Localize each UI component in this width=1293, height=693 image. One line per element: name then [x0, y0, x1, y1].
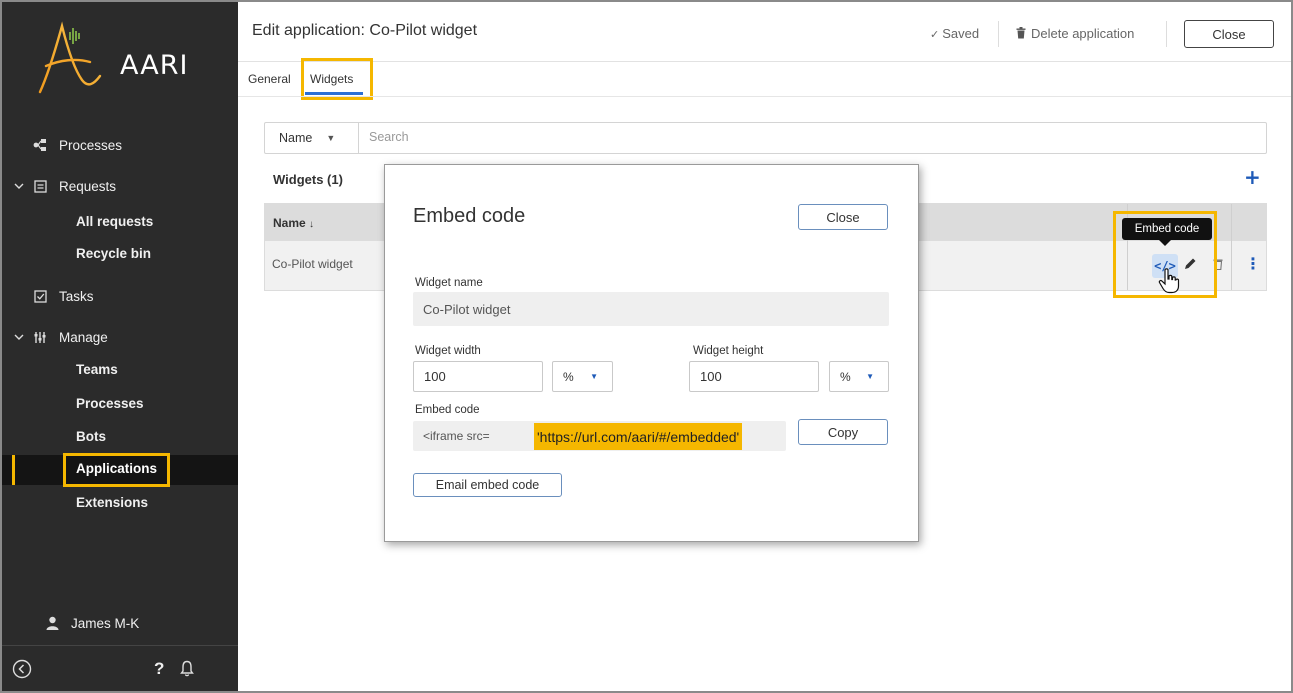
highlight-applications — [63, 453, 170, 487]
embed-code-label: Embed code — [415, 404, 480, 416]
widget-name-label: Widget name — [415, 277, 483, 289]
column-header-label: Name — [273, 216, 306, 230]
chevron-down-icon — [10, 334, 28, 341]
check-icon: ✓ — [930, 29, 940, 41]
header-separator — [1166, 21, 1167, 47]
widget-name-cell: Co-Pilot widget — [272, 257, 353, 271]
width-unit-value: % — [563, 369, 574, 384]
widget-height-input[interactable]: 100 — [689, 361, 819, 392]
trash-icon — [1016, 27, 1026, 42]
sidebar-item-manage[interactable]: Manage — [2, 322, 238, 352]
embed-code-url: 'https://url.com/aari/#/embedded' — [534, 423, 743, 450]
manage-icon — [32, 331, 48, 344]
modal-title: Embed code — [413, 205, 526, 227]
page-header: Edit application: Co-Pilot widget ✓ Saved… — [238, 2, 1291, 62]
height-unit-select[interactable]: % ▼ — [829, 361, 889, 392]
sidebar-item-requests[interactable]: Requests — [2, 171, 238, 201]
header-separator — [998, 21, 999, 47]
sidebar-item-tasks[interactable]: ▾ Tasks — [2, 281, 238, 311]
more-options-icon[interactable]: ⋮ — [1245, 254, 1261, 273]
filter-field-select[interactable]: Name ▼ — [265, 123, 359, 153]
sidebar-item-manage-processes[interactable]: Processes — [76, 396, 144, 411]
widget-width-label: Widget width — [415, 345, 481, 357]
saved-status: ✓ Saved — [930, 26, 979, 41]
embed-code-field[interactable]: <iframe src= 'https://url.com/aari/#/emb… — [413, 421, 786, 451]
sidebar-item-label: Processes — [59, 137, 123, 153]
caret-down-icon: ▼ — [866, 372, 874, 381]
sidebar: AARI ▾ Processes Requests All requests R… — [2, 2, 238, 691]
user-name: James M-K — [71, 615, 140, 631]
collapse-icon[interactable] — [12, 659, 32, 679]
width-unit-select[interactable]: % ▼ — [552, 361, 613, 392]
sidebar-footer: ? — [2, 646, 238, 691]
tabs-divider — [238, 96, 1291, 97]
page-title: Edit application: Co-Pilot widget — [252, 22, 478, 39]
close-button[interactable]: Close — [1184, 20, 1274, 48]
sort-arrow-icon: ↓ — [309, 219, 315, 230]
height-unit-value: % — [840, 369, 851, 384]
saved-label: Saved — [942, 26, 980, 41]
active-indicator — [12, 455, 15, 485]
sidebar-item-recycle-bin[interactable]: Recycle bin — [76, 246, 151, 261]
caret-down-icon: ▼ — [326, 133, 336, 143]
caret-down-icon: ▼ — [590, 372, 598, 381]
chevron-down-icon — [10, 183, 28, 190]
copy-button[interactable]: Copy — [798, 419, 888, 445]
sidebar-item-label: Manage — [59, 329, 108, 345]
sidebar-item-extensions[interactable]: Extensions — [76, 495, 148, 510]
delete-application-label: Delete application — [1031, 26, 1135, 41]
logo[interactable]: AARI — [2, 2, 238, 102]
email-embed-code-button[interactable]: Email embed code — [413, 473, 562, 497]
filter-bar: Name ▼ — [264, 122, 1267, 154]
filter-field-label: Name — [279, 131, 313, 145]
widget-height-label: Widget height — [693, 345, 764, 357]
bell-icon[interactable] — [180, 660, 194, 677]
user-icon — [46, 616, 59, 630]
aari-logo-icon — [38, 21, 102, 94]
add-widget-icon[interactable]: + — [1244, 167, 1261, 187]
sidebar-item-processes[interactable]: ▾ Processes — [2, 130, 238, 160]
sidebar-item-bots[interactable]: Bots — [76, 429, 106, 444]
column-header-name[interactable]: Name ↓ — [273, 216, 314, 230]
embed-code-modal: Embed code Close Widget name Co-Pilot wi… — [384, 164, 919, 542]
widget-name-field: Co-Pilot widget — [413, 292, 889, 326]
app-window: AARI ▾ Processes Requests All requests R… — [0, 0, 1293, 693]
delete-application-button[interactable]: Delete application — [1016, 26, 1134, 42]
requests-icon — [32, 179, 48, 193]
sidebar-item-label: Tasks — [59, 288, 94, 304]
tab-general[interactable]: General — [248, 72, 291, 86]
modal-close-button[interactable]: Close — [798, 204, 888, 230]
widgets-count-title: Widgets (1) — [273, 172, 343, 187]
logo-text: AARI — [120, 50, 189, 81]
widget-width-input[interactable]: 100 — [413, 361, 543, 392]
sidebar-item-all-requests[interactable]: All requests — [76, 214, 153, 229]
tasks-icon — [32, 289, 48, 303]
sidebar-item-teams[interactable]: Teams — [76, 362, 118, 377]
help-icon[interactable]: ? — [154, 659, 164, 679]
user-profile[interactable]: James M-K — [2, 603, 238, 643]
sidebar-item-label: Requests — [59, 178, 117, 194]
embed-code-prefix: <iframe src= — [423, 429, 490, 443]
processes-icon — [32, 138, 48, 152]
search-input[interactable] — [369, 130, 1249, 144]
highlight-widgets-tab — [301, 58, 373, 100]
highlight-row-actions — [1113, 211, 1217, 298]
column-divider — [1231, 204, 1232, 290]
